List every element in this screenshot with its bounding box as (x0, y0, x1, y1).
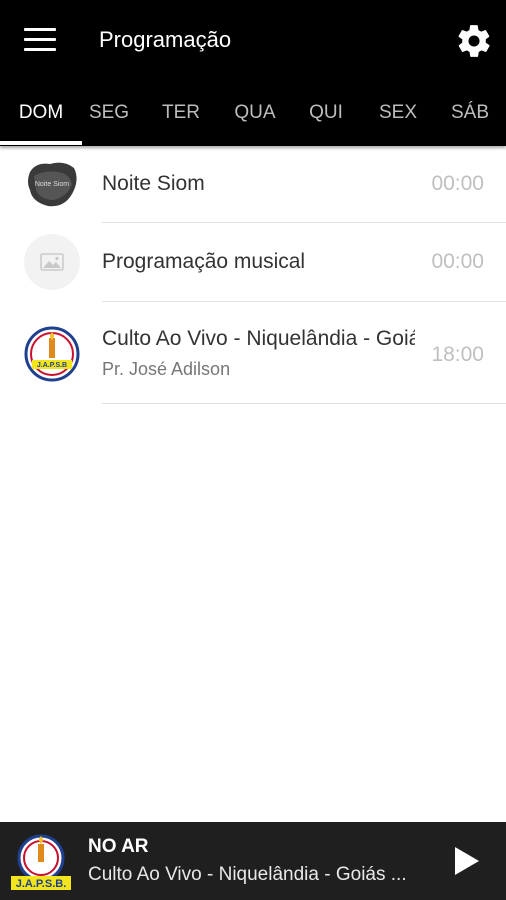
now-playing-bar[interactable]: J.A.P.S.B. NO AR Culto Ao Vivo - Niquelâ… (0, 822, 506, 900)
image-placeholder-icon (24, 234, 80, 290)
thumbnail-caption: J.A.P.S.B (37, 362, 67, 369)
program-name: Noite Siom (102, 172, 205, 195)
program-name: Programação musical (102, 250, 306, 273)
tab-ter[interactable]: TER (148, 84, 214, 146)
program-time: 00:00 (431, 250, 484, 273)
play-icon[interactable] (453, 845, 481, 877)
page-title: Programação (99, 27, 232, 52)
logo-caption: J.A.P.S.B. (16, 878, 67, 890)
tab-sab[interactable]: SÁB (437, 84, 503, 146)
tab-seg[interactable]: SEG (76, 84, 142, 146)
program-thumbnail: Noite Siom (24, 156, 80, 212)
station-logo: J.A.P.S.B. (11, 834, 71, 890)
schedule-list: Noite Siom Noite Siom 00:00 Programação … (0, 146, 506, 404)
tab-dom[interactable]: DOM (0, 84, 82, 146)
program-time: 00:00 (431, 172, 484, 195)
program-thumbnail: J.A.P.S.B (24, 326, 80, 382)
app-bar: Programação (0, 0, 506, 84)
on-air-label: NO AR (88, 836, 149, 857)
now-playing-title: Culto Ao Vivo - Niquelândia - Goiás ... (88, 864, 407, 885)
program-name: Culto Ao Vivo - Niquelândia - Goiás (102, 327, 415, 350)
row-divider (102, 403, 506, 404)
tab-qua[interactable]: QUA (222, 84, 288, 146)
schedule-item[interactable]: Noite Siom Noite Siom 00:00 (0, 146, 506, 223)
program-time: 18:00 (431, 343, 484, 366)
tab-qui[interactable]: QUI (293, 84, 359, 146)
gear-icon[interactable] (455, 22, 493, 60)
thumbnail-caption: Noite Siom (35, 181, 69, 188)
schedule-item[interactable]: Programação musical 00:00 (0, 223, 506, 302)
program-presenter: Pr. José Adilson (102, 359, 231, 379)
schedule-item[interactable]: J.A.P.S.B Culto Ao Vivo - Niquelândia - … (0, 302, 506, 404)
hamburger-menu-icon[interactable] (24, 28, 56, 54)
tab-sex[interactable]: SEX (365, 84, 431, 146)
day-tabs: DOM SEG TER QUA QUI SEX SÁB (0, 84, 506, 146)
active-tab-indicator (0, 141, 82, 145)
